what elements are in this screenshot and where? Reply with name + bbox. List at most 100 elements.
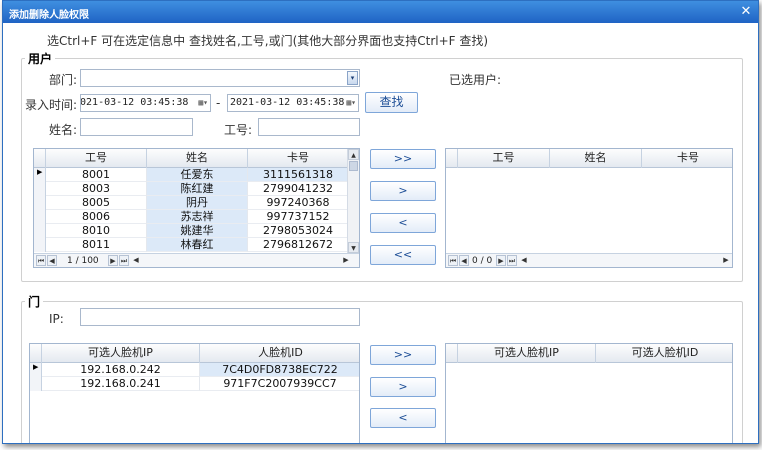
remove-device-button[interactable]: <: [370, 408, 436, 428]
cell-name[interactable]: 任爱东: [147, 168, 248, 182]
table-row[interactable]: ▶ 192.168.0.242 7C4D0FD8738EC722: [30, 363, 359, 377]
date-from-value: 2021-03-12 03:45:38: [80, 97, 189, 108]
user-section-title: 用户: [25, 50, 56, 67]
employee-id-label: 工号:: [224, 123, 253, 137]
column-header-employee-id[interactable]: 工号: [458, 149, 550, 168]
table-row[interactable]: 8011 林春红 2796812672: [34, 238, 349, 252]
column-header-card-no[interactable]: 卡号: [248, 149, 349, 168]
table-row[interactable]: 8010 姚建华 2798053024: [34, 224, 349, 238]
column-header-device-ip[interactable]: 可选人脸机IP: [42, 344, 200, 363]
cell-card-no[interactable]: 2799041232: [248, 182, 349, 196]
column-header-card-no[interactable]: 卡号: [642, 149, 732, 168]
cell-device-ip[interactable]: 192.168.0.242: [42, 363, 200, 377]
ip-input[interactable]: [80, 308, 360, 326]
first-page-icon[interactable]: ⏮: [36, 255, 46, 266]
search-button[interactable]: 查找: [365, 92, 418, 113]
date-separator: -: [216, 96, 221, 110]
next-page-icon[interactable]: ▶: [496, 255, 506, 266]
scroll-right-icon[interactable]: ▶: [722, 255, 730, 266]
close-icon[interactable]: ✕: [738, 4, 754, 20]
chevron-down-icon[interactable]: ▾: [347, 71, 358, 85]
cell-name[interactable]: 姚建华: [147, 224, 248, 238]
scroll-left-icon[interactable]: ◀: [520, 255, 528, 266]
cell-name[interactable]: 阴丹: [147, 196, 248, 210]
date-to-value: 2021-03-12 03:45:38: [230, 97, 345, 108]
cell-card-no[interactable]: 2798053024: [248, 224, 349, 238]
column-header-name[interactable]: 姓名: [550, 149, 642, 168]
next-page-icon[interactable]: ▶: [108, 255, 118, 266]
table-row[interactable]: ▶ 8001 任爱东 3111561318: [34, 168, 349, 182]
users-vertical-scrollbar[interactable]: ▲ ▼: [347, 149, 359, 254]
cell-name[interactable]: 苏志祥: [147, 210, 248, 224]
column-header-device-ip[interactable]: 可选人脸机IP: [458, 344, 596, 363]
first-page-icon[interactable]: ⏮: [448, 255, 458, 266]
selected-devices-grid-header: 可选人脸机IP 可选人脸机ID: [446, 344, 732, 363]
column-header-device-id[interactable]: 可选人脸机ID: [596, 344, 732, 363]
cell-device-id[interactable]: 7C4D0FD8738EC722: [200, 363, 359, 377]
scroll-right-icon[interactable]: ▶: [342, 255, 350, 266]
last-page-icon[interactable]: ⏭: [507, 255, 517, 266]
cell-card-no[interactable]: 997240368: [248, 196, 349, 210]
available-face-devices-grid: 可选人脸机IP 人脸机ID ▶ 192.168.0.242 7C4D0FD8738E…: [29, 343, 360, 443]
remove-all-users-button[interactable]: <<: [370, 245, 436, 265]
cell-name[interactable]: 陈红建: [147, 182, 248, 196]
row-header-cell: [34, 149, 46, 168]
cell-device-ip[interactable]: 192.168.0.241: [42, 377, 200, 391]
scroll-thumb[interactable]: [349, 161, 358, 171]
calendar-icon[interactable]: ▦▾: [346, 97, 356, 109]
cell-employee-id[interactable]: 8011: [46, 238, 147, 252]
cell-card-no[interactable]: 2796812672: [248, 238, 349, 252]
page-indicator: 1 / 100: [67, 256, 99, 266]
table-row[interactable]: 8006 苏志祥 997737152: [34, 210, 349, 224]
selected-users-grid: 工号 姓名 卡号 ⏮ ◀ 0 / 0 ▶ ⏭ ◀ ▶: [445, 148, 733, 268]
cell-card-no[interactable]: 3111561318: [248, 168, 349, 182]
table-row[interactable]: 8005 阴丹 997240368: [34, 196, 349, 210]
face-devices-grid-header: 可选人脸机IP 人脸机ID: [30, 344, 359, 363]
users-grid-header: 工号 姓名 卡号: [34, 149, 349, 168]
prev-page-icon[interactable]: ◀: [47, 255, 57, 266]
row-pointer-icon: ▶: [37, 168, 43, 176]
scroll-left-icon[interactable]: ◀: [132, 255, 140, 266]
title-bar[interactable]: 添加删除人脸权限 ✕: [3, 1, 758, 23]
column-header-device-id[interactable]: 人脸机ID: [200, 344, 359, 363]
cell-device-id[interactable]: 971F7C2007939CC7: [200, 377, 359, 391]
cell-employee-id[interactable]: 8003: [46, 182, 147, 196]
scroll-down-icon[interactable]: ▼: [348, 242, 359, 253]
scroll-up-icon[interactable]: ▲: [348, 149, 359, 160]
add-user-button[interactable]: >: [370, 181, 436, 201]
add-device-button[interactable]: >: [370, 377, 436, 397]
last-page-icon[interactable]: ⏭: [119, 255, 129, 266]
available-users-grid: 工号 姓名 卡号 ▶ 8001 任爱东 3111561318 8003 陈红建 279904…: [33, 148, 360, 268]
employee-id-input[interactable]: [258, 118, 360, 136]
cell-name[interactable]: 林春红: [147, 238, 248, 252]
row-header-cell: [446, 149, 458, 168]
department-select[interactable]: ▾: [80, 69, 360, 87]
date-from-picker[interactable]: 2021-03-12 03:45:38 ▦▾: [80, 94, 211, 112]
cell-employee-id[interactable]: 8010: [46, 224, 147, 238]
cell-card-no[interactable]: 997737152: [248, 210, 349, 224]
search-hint: 选Ctrl+F 可在选定信息中 查找姓名,工号,或门(其他大部分界面也支持Ctr…: [47, 34, 489, 48]
cell-employee-id[interactable]: 8005: [46, 196, 147, 210]
selected-users-grid-header: 工号 姓名 卡号: [446, 149, 732, 168]
ip-label: IP:: [49, 312, 64, 326]
table-row[interactable]: 192.168.0.241 971F7C2007939CC7: [30, 377, 359, 391]
entry-time-label: 录入时间:: [25, 98, 78, 112]
add-all-users-button[interactable]: >>: [370, 149, 436, 169]
face-permission-dialog: 添加删除人脸权限 ✕ 选Ctrl+F 可在选定信息中 查找姓名,工号,或门(其他…: [2, 0, 759, 444]
remove-user-button[interactable]: <: [370, 213, 436, 233]
cell-employee-id[interactable]: 8001: [46, 168, 147, 182]
name-input[interactable]: [80, 118, 193, 136]
window-title: 添加删除人脸权限: [9, 10, 89, 21]
column-header-employee-id[interactable]: 工号: [46, 149, 147, 168]
calendar-icon[interactable]: ▦▾: [198, 97, 208, 109]
page-indicator: 0 / 0: [472, 256, 493, 266]
add-all-devices-button[interactable]: >>: [370, 345, 436, 365]
prev-page-icon[interactable]: ◀: [459, 255, 469, 266]
table-row[interactable]: 8003 陈红建 2799041232: [34, 182, 349, 196]
cell-employee-id[interactable]: 8006: [46, 210, 147, 224]
column-header-name[interactable]: 姓名: [147, 149, 248, 168]
selected-users-label: 已选用户:: [449, 73, 502, 87]
date-to-picker[interactable]: 2021-03-12 03:45:38 ▦▾: [227, 94, 359, 112]
row-pointer-icon: ▶: [33, 363, 39, 371]
name-label: 姓名:: [49, 123, 78, 137]
